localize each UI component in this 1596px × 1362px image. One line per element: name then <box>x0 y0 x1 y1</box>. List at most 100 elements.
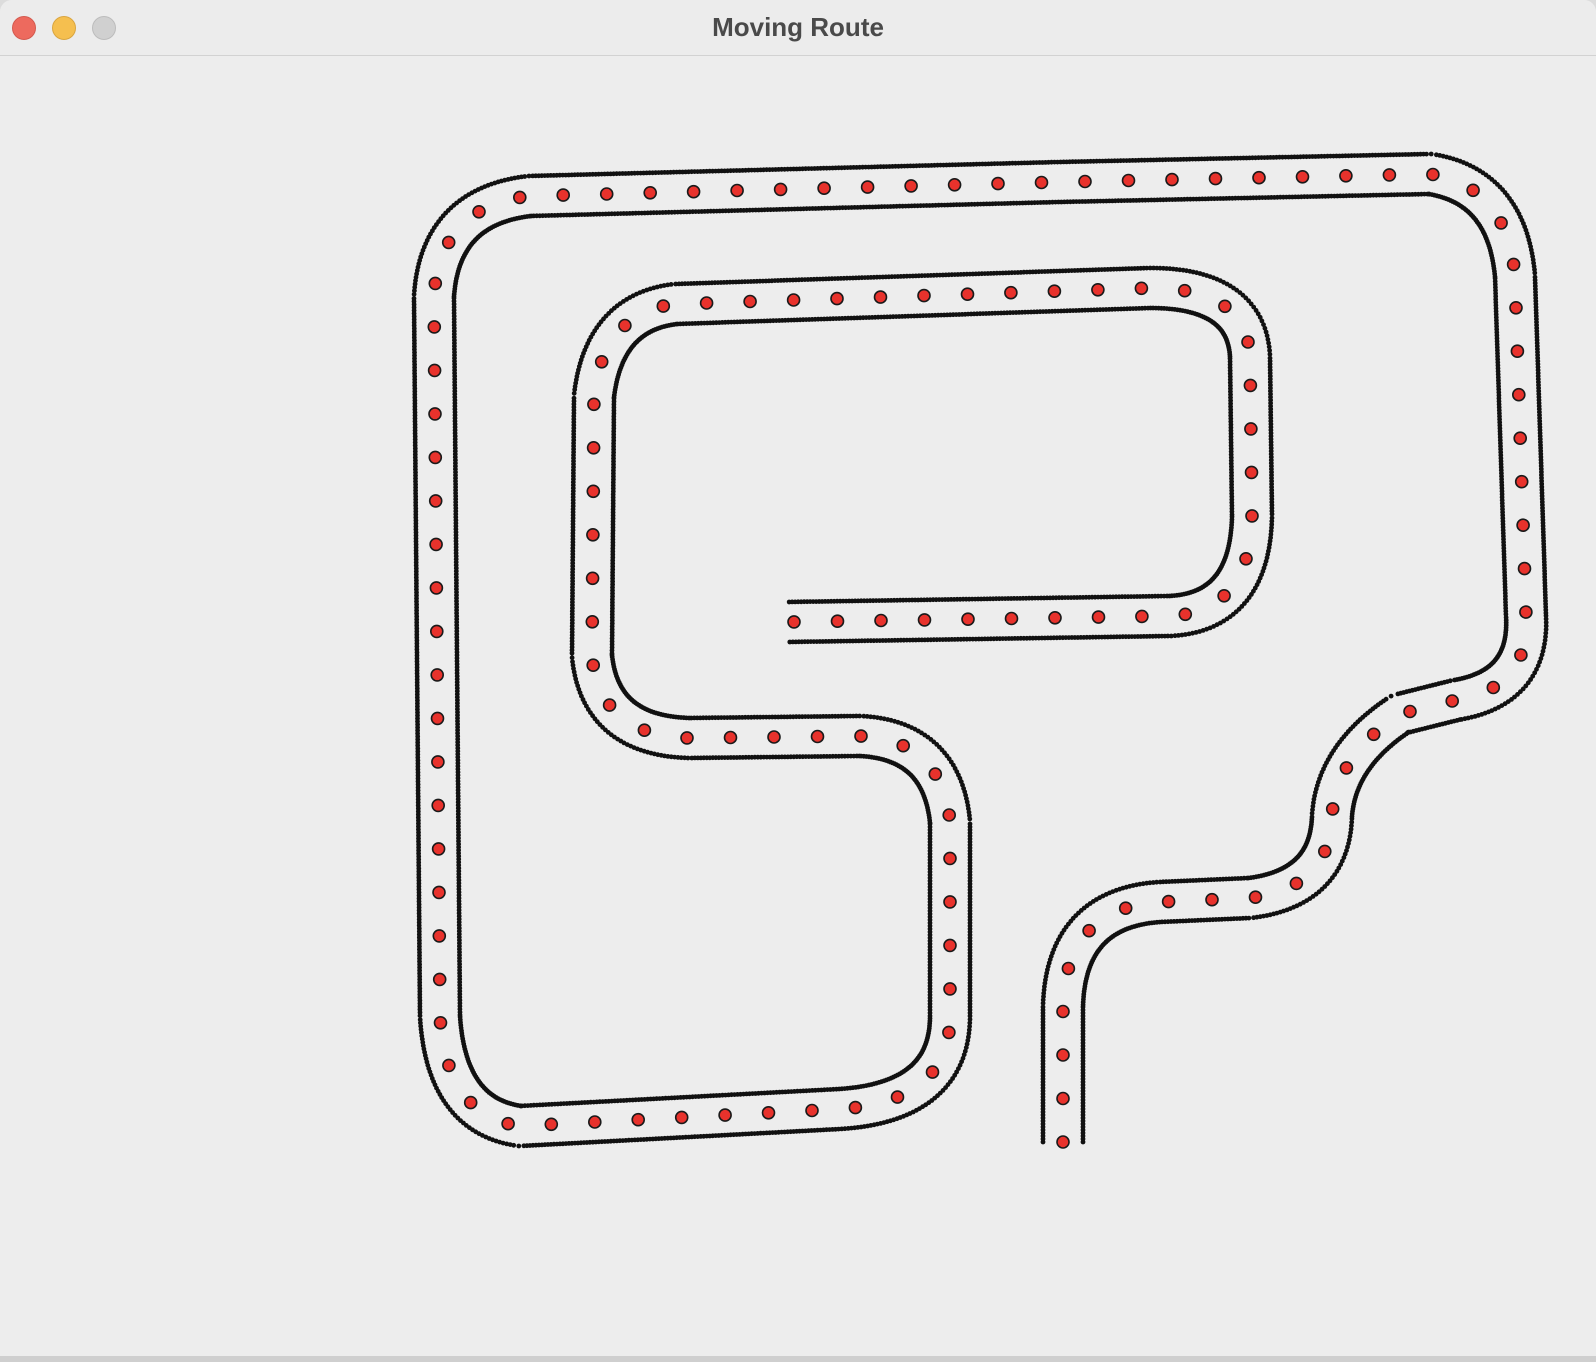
route-marker <box>854 729 868 743</box>
route-marker <box>805 1103 819 1118</box>
edge-dot <box>668 282 674 287</box>
route-marker <box>1289 876 1304 891</box>
route-marker <box>730 183 744 198</box>
route-marker <box>1244 465 1259 480</box>
route-marker <box>1243 378 1258 393</box>
route-marker <box>430 668 445 682</box>
route-marker <box>618 318 632 333</box>
route-marker <box>1466 183 1480 198</box>
route-marker <box>1091 610 1106 624</box>
route-marker <box>890 1090 905 1104</box>
route-marker <box>587 1115 602 1129</box>
route-marker <box>942 808 957 822</box>
edge-dot <box>1428 151 1434 157</box>
edge-dot <box>526 173 532 179</box>
route-marker <box>428 407 442 421</box>
route-marker <box>1514 474 1529 489</box>
route-marker <box>1509 301 1523 315</box>
route-marker <box>1244 422 1258 436</box>
route-marker <box>943 982 957 996</box>
route-marker <box>1513 431 1527 446</box>
route-marker <box>656 299 671 313</box>
route-marker <box>1056 1004 1070 1019</box>
route-marker <box>991 176 1005 191</box>
route-marker <box>428 450 443 465</box>
edge-dot <box>516 1143 522 1149</box>
route-marker <box>432 929 447 943</box>
route-marker <box>1494 216 1508 230</box>
route-marker <box>1239 551 1253 566</box>
route-marker <box>723 730 738 745</box>
route-marker <box>1248 890 1263 905</box>
route-marker <box>830 291 844 306</box>
edge-dot <box>1383 696 1389 702</box>
edge-dot <box>411 291 417 297</box>
route-marker <box>860 180 875 194</box>
route-marker <box>599 187 614 201</box>
route-marker <box>1135 609 1149 624</box>
edge-dot <box>967 821 973 827</box>
route-marker <box>1403 704 1417 719</box>
route-marker <box>432 885 446 900</box>
route-marker <box>873 290 888 304</box>
route-marker <box>718 1108 732 1122</box>
route-marker <box>1445 694 1459 708</box>
route-marker <box>1205 892 1219 907</box>
route-marker <box>1486 680 1501 695</box>
route-marker <box>1516 518 1530 533</box>
route-marker <box>587 397 601 412</box>
route-marker <box>428 276 443 291</box>
route-marker <box>1208 171 1223 186</box>
route-marker <box>874 613 888 628</box>
route-marker <box>925 1065 940 1079</box>
route-marker <box>1325 802 1340 816</box>
route-marker <box>427 320 442 334</box>
app-window: Moving Route <box>0 0 1596 1362</box>
route-marker <box>1034 175 1049 190</box>
route-marker <box>773 182 788 197</box>
route-marker <box>1510 344 1525 359</box>
route-marker <box>960 287 975 301</box>
route-marker <box>1506 257 1521 272</box>
route-marker <box>787 615 801 629</box>
route-marker <box>585 614 600 629</box>
route-marker <box>586 484 601 499</box>
route-marker <box>643 186 658 200</box>
route-marker <box>917 288 931 303</box>
route-marker <box>594 354 609 369</box>
route-marker <box>830 614 845 629</box>
route-marker <box>786 293 801 307</box>
route-marker <box>431 755 445 769</box>
route-marker <box>1061 961 1076 976</box>
route-marker <box>432 972 447 987</box>
route-marker <box>463 1095 478 1110</box>
route-marker <box>431 842 446 856</box>
edge-dot <box>1532 274 1538 280</box>
route-marker <box>1382 168 1397 182</box>
edge-dot <box>861 713 867 719</box>
route-marker <box>1366 727 1381 742</box>
edge-dot <box>1246 915 1252 921</box>
window-title: Moving Route <box>712 12 884 42</box>
edge-dot <box>570 659 575 665</box>
route-marker <box>947 178 962 192</box>
edge-dot <box>571 395 577 401</box>
route-marker <box>556 188 571 202</box>
route-marker <box>1218 299 1232 314</box>
route-marker <box>1426 167 1440 182</box>
route-marker <box>429 581 444 595</box>
route-marker <box>1004 611 1019 626</box>
route-marker <box>1241 335 1255 349</box>
title-bar[interactable]: Moving Route <box>0 0 1596 56</box>
route-marker <box>431 798 446 813</box>
route-marker <box>429 537 443 552</box>
route-marker <box>631 1112 646 1127</box>
route-marker <box>1178 607 1193 622</box>
route-marker <box>1056 1048 1070 1062</box>
route-marker <box>961 612 975 627</box>
route-marker <box>586 527 600 542</box>
route-marker <box>904 179 918 193</box>
route-marker <box>817 181 831 195</box>
route-marker <box>848 1100 863 1115</box>
route-marker <box>943 851 957 866</box>
